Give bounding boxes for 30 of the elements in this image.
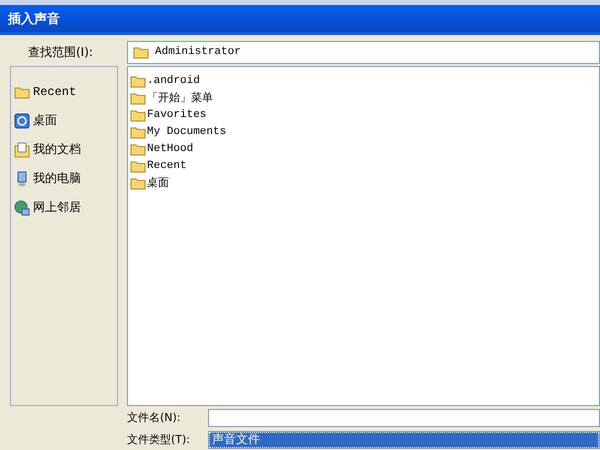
network-icon xyxy=(14,200,30,216)
places-item[interactable]: 我的文档 xyxy=(11,135,117,164)
window-title: 插入声音 xyxy=(8,10,60,28)
places-item[interactable]: 网上邻居 xyxy=(11,193,117,222)
file-type-label: 文件类型(T): xyxy=(127,432,192,447)
folder-icon xyxy=(130,108,146,122)
places-item[interactable]: 桌面 xyxy=(11,106,117,135)
places-item[interactable]: 我的电脑 xyxy=(11,164,117,193)
look-in-dropdown[interactable]: Administrator xyxy=(127,40,600,64)
folder-item[interactable]: Recent xyxy=(130,157,597,174)
folder-icon xyxy=(130,90,146,104)
file-name-label: 文件名(N): xyxy=(127,410,182,425)
folder-item[interactable]: NetHood xyxy=(130,140,597,157)
folder-icon xyxy=(130,124,146,138)
folder-icon xyxy=(130,176,146,190)
places-item[interactable]: Recent xyxy=(11,77,117,106)
file-type-dropdown[interactable]: 声音文件 xyxy=(208,430,600,448)
file-name-field[interactable] xyxy=(208,408,600,426)
folder-icon xyxy=(130,158,146,172)
folder-item[interactable]: My Documents xyxy=(130,123,597,140)
folder-icon xyxy=(130,74,146,88)
folder-item[interactable]: Favorites xyxy=(130,106,597,123)
folder-icon xyxy=(130,142,146,156)
folder-icon xyxy=(133,45,149,59)
folder-item[interactable]: 「开始」菜单 xyxy=(130,89,597,106)
folder-item[interactable]: 桌面 xyxy=(130,174,597,191)
folder-item[interactable]: .android xyxy=(130,72,597,89)
look-in-label: 查找范围(I): xyxy=(27,44,94,60)
documents-icon xyxy=(14,142,30,158)
desktop-icon xyxy=(14,112,30,128)
